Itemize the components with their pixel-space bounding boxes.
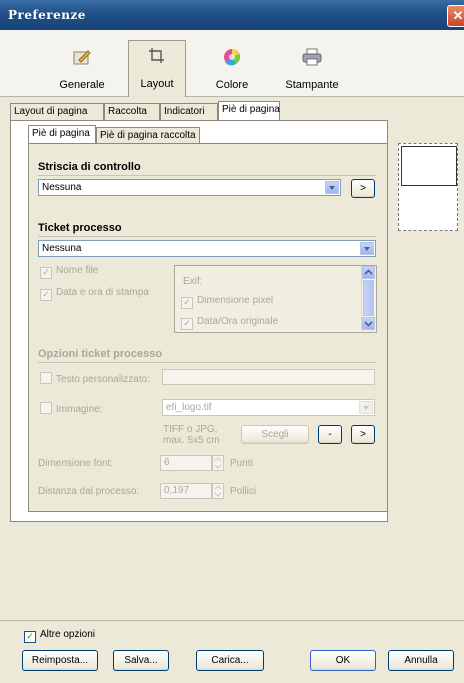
chevron-down-icon[interactable] [359, 401, 373, 414]
file-name-label: Nome file [56, 265, 99, 276]
chevron-down-icon [364, 321, 373, 327]
tab-indicatori[interactable]: Indicatori [160, 103, 218, 120]
chevron-up-icon [364, 269, 373, 275]
toolbar-label: Colore [215, 79, 249, 91]
crop-icon [149, 48, 164, 63]
divider [38, 362, 376, 363]
ticket-value: Nessuna [42, 243, 82, 254]
check-icon: ✓ [40, 289, 52, 301]
choose-image-button[interactable]: Scegli [241, 425, 309, 444]
custom-text-input[interactable] [162, 369, 375, 385]
close-icon: ✕ [452, 8, 464, 23]
chevron-down-icon[interactable] [325, 181, 339, 194]
tab-raccolta[interactable]: Raccolta [104, 103, 160, 120]
ticket-select[interactable]: Nessuna [38, 240, 376, 257]
toolbar-label: Stampante [285, 79, 339, 91]
more-options-checkbox[interactable]: ✓ Altre opzioni [24, 629, 95, 643]
exif-header: Exif: [183, 276, 203, 287]
divider [0, 620, 464, 621]
page-preview [398, 143, 458, 231]
control-strip-select[interactable]: Nessuna [38, 179, 341, 196]
image-hint-line-2: max. 5x5 cm [163, 435, 220, 446]
scroll-up-button[interactable] [362, 266, 375, 279]
check-icon: ✓ [181, 318, 193, 330]
toolbar-colore-button[interactable]: Colore [200, 42, 264, 94]
scroll-thumb[interactable] [363, 280, 374, 316]
distance-unit: Pollici [230, 486, 257, 497]
font-size-unit: Punti [230, 458, 253, 469]
reset-button[interactable]: Reimposta... [22, 650, 98, 671]
custom-text-label: Testo personalizzato: [56, 374, 150, 385]
window-title: Preferenze [8, 8, 86, 22]
load-button[interactable]: Carica... [196, 650, 264, 671]
toolbar-label: Generale [59, 79, 105, 91]
subtab-pie-di-pagina-raccolta[interactable]: Piè di pagina raccolta [96, 127, 200, 143]
font-size-spinner[interactable] [212, 455, 224, 471]
image-file-select[interactable]: efi_logo.tif [162, 399, 375, 416]
spinner-arrows-icon [214, 485, 222, 497]
exif-list[interactable]: Exif: ✓ Dimensione pixel ✓ Data/Ora origin… [174, 265, 377, 333]
pencil-icon [73, 50, 91, 65]
print-datetime-checkbox[interactable]: ✓ Data e ora di stampa [40, 287, 149, 301]
font-size-input[interactable]: 6 [160, 455, 212, 471]
chevron-down-icon[interactable] [360, 242, 374, 255]
file-name-checkbox[interactable]: ✓ Nome file [40, 265, 98, 279]
toolbar-stampante-button[interactable]: Stampante [277, 42, 347, 94]
scroll-down-button[interactable] [362, 317, 375, 330]
remove-image-button[interactable]: - [318, 425, 342, 444]
tab-pie-di-pagina[interactable]: Piè di pagina [218, 101, 280, 121]
control-strip-more-button[interactable]: > [351, 179, 375, 198]
exif-original-datetime-checkbox[interactable]: ✓ Data/Ora originale [181, 316, 278, 330]
exif-original-datetime-label: Data/Ora originale [197, 316, 279, 327]
toolbar: Generale Layout Colore Stampante [0, 30, 464, 97]
cancel-button[interactable]: Annulla [388, 650, 454, 671]
ok-button[interactable]: OK [310, 650, 376, 671]
image-more-button[interactable]: > [351, 425, 375, 444]
control-strip-value: Nessuna [42, 182, 82, 193]
check-icon: ✓ [181, 297, 193, 309]
toolbar-label: Layout [140, 78, 174, 90]
spinner-arrows-icon [214, 457, 222, 469]
color-wheel-icon [224, 49, 240, 66]
divider [38, 175, 376, 176]
save-button[interactable]: Salva... [113, 650, 169, 671]
control-strip-heading: Striscia di controllo [38, 161, 141, 173]
distance-spinner[interactable] [212, 483, 224, 499]
distance-label: Distanza dal processo: [38, 486, 140, 497]
font-size-label: Dimensione font: [38, 458, 114, 469]
ticket-options-heading: Opzioni ticket processo [38, 348, 163, 360]
tab-layout-di-pagina[interactable]: Layout di pagina [10, 103, 104, 120]
exif-pixel-size-checkbox[interactable]: ✓ Dimensione pixel [181, 295, 273, 309]
subtab-pie-di-pagina[interactable]: Piè di pagina [28, 125, 96, 144]
image-label: Immagine: [56, 404, 103, 415]
image-hint-line-1: TIFF o JPG, [163, 424, 218, 435]
check-icon: ✓ [24, 631, 36, 643]
ticket-heading: Ticket processo [38, 222, 122, 234]
toolbar-generale-button[interactable]: Generale [50, 42, 114, 94]
divider [38, 236, 376, 237]
more-options-label: Altre opzioni [40, 629, 96, 640]
close-button[interactable]: ✕ [447, 5, 464, 27]
check-icon: ✓ [40, 267, 52, 279]
exif-pixel-size-label: Dimensione pixel [197, 295, 274, 306]
title-bar: Preferenze ✕ [0, 0, 464, 30]
exif-scrollbar[interactable] [361, 266, 376, 330]
distance-input[interactable]: 0,197 [160, 483, 212, 499]
print-datetime-label: Data e ora di stampa [56, 287, 149, 298]
image-checkbox[interactable]: Immagine: [40, 402, 103, 415]
custom-text-checkbox[interactable]: Testo personalizzato: [40, 372, 150, 385]
image-file-value: efi_logo.tif [166, 402, 212, 413]
preview-page [401, 146, 457, 186]
toolbar-layout-button[interactable]: Layout [128, 40, 186, 97]
printer-icon [302, 48, 322, 66]
